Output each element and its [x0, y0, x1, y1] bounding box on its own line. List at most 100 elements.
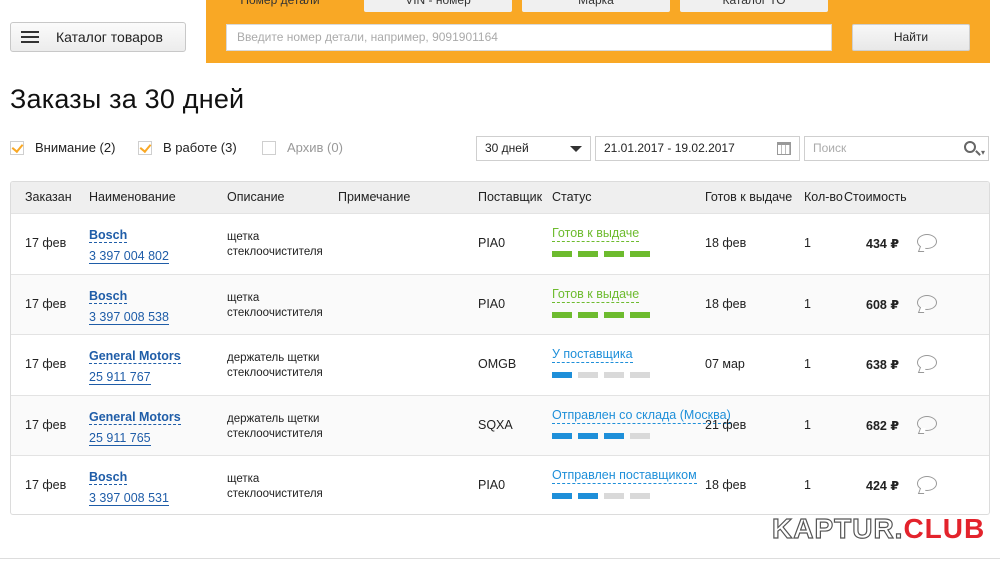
progress-segment — [604, 372, 624, 379]
quantity: 1 — [804, 296, 811, 311]
comment-icon[interactable] — [917, 476, 937, 492]
quantity: 1 — [804, 357, 811, 372]
status-link[interactable]: У поставщика — [552, 347, 633, 364]
checkbox-archive[interactable] — [262, 140, 276, 155]
cost: 608 ₽ — [866, 297, 900, 312]
brand-link[interactable]: General Motors — [89, 349, 181, 365]
progress-segment — [552, 251, 572, 257]
search-options-icon[interactable]: ▾ — [981, 141, 985, 164]
ready-date: 21 фев — [705, 417, 747, 432]
part-number-link[interactable]: 3 397 008 531 — [89, 491, 169, 507]
col-status[interactable]: Статус — [552, 190, 592, 204]
table-row[interactable]: 17 фев Bosch 3 397 004 802 щетка стеклоочист… — [11, 213, 989, 274]
cost: 638 ₽ — [866, 358, 900, 373]
status-link[interactable]: Готов к выдаче — [552, 287, 640, 303]
calendar-icon[interactable] — [777, 142, 791, 155]
supplier: PIA0 — [478, 478, 506, 493]
status-progress — [552, 311, 656, 318]
ready-date: 07 мар — [705, 357, 745, 372]
checkbox-attention[interactable] — [10, 140, 24, 155]
search-icon[interactable] — [964, 141, 976, 153]
part-number-link[interactable]: 25 911 767 — [89, 370, 151, 386]
period-select-value: 30 дней — [485, 141, 529, 155]
cost: 434 ₽ — [866, 237, 900, 251]
filter-archive[interactable]: Архив (0) — [262, 140, 343, 155]
description-line: щетка — [227, 291, 260, 304]
progress-segment — [630, 432, 650, 439]
col-cost[interactable]: Стоимость — [844, 190, 907, 204]
part-search-input[interactable]: Введите номер детали, например, 90919011… — [226, 24, 832, 51]
progress-segment — [552, 311, 572, 318]
filter-attention[interactable]: Внимание (2) — [10, 140, 115, 155]
status-link[interactable]: Отправлен поставщиком — [552, 468, 697, 485]
supplier: PIA0 — [478, 236, 506, 250]
search-tabs: Номер детали VIN - номер Марка Каталог Т… — [206, 0, 838, 12]
comment-icon[interactable] — [917, 415, 937, 431]
orders-search-input[interactable]: Поиск ▾ — [804, 136, 989, 161]
progress-segment — [578, 251, 598, 257]
progress-segment — [604, 432, 624, 439]
status-progress — [552, 372, 656, 379]
date-range-input[interactable]: 21.01.2017 - 19.02.2017 — [595, 136, 800, 161]
brand-link[interactable]: General Motors — [89, 410, 181, 425]
period-select[interactable]: 30 дней — [476, 136, 591, 161]
date-range-value: 21.01.2017 - 19.02.2017 — [604, 141, 735, 155]
status-link[interactable]: Отправлен со склада (Москва) — [552, 408, 731, 424]
tab-maintenance-catalog[interactable]: Каталог ТО — [680, 0, 828, 12]
ready-date: 18 фев — [705, 478, 747, 493]
catalog-button-label: Каталог товаров — [56, 29, 163, 45]
part-number-link[interactable]: 3 397 004 802 — [89, 249, 169, 264]
page-title: Заказы за 30 дней — [10, 84, 245, 114]
col-note[interactable]: Примечание — [338, 190, 410, 204]
table-row[interactable]: 17 фев General Motors 25 911 765 держатель … — [11, 394, 989, 456]
ordered-date: 17 фев — [25, 417, 67, 432]
comment-icon[interactable] — [917, 294, 937, 310]
description: щетка стеклоочистителя — [227, 291, 337, 321]
progress-segment — [552, 493, 572, 500]
watermark: KAPTUR.CLUB — [771, 512, 985, 545]
col-ready[interactable]: Готов к выдаче — [705, 190, 792, 204]
col-qty[interactable]: Кол-во — [804, 190, 843, 204]
table-row[interactable]: 17 фев General Motors 25 911 767 держатель … — [11, 334, 989, 395]
col-description[interactable]: Описание — [227, 190, 285, 204]
menu-icon — [21, 31, 39, 43]
checkbox-in-work[interactable] — [138, 140, 152, 155]
cost: 682 ₽ — [866, 418, 900, 433]
progress-segment — [578, 372, 598, 379]
chevron-down-icon — [570, 146, 582, 152]
tab-vin[interactable]: VIN - номер — [364, 0, 512, 12]
part-number-link[interactable]: 25 911 765 — [89, 431, 151, 446]
description-line: держатель щетки — [227, 352, 320, 365]
brand-link[interactable]: Bosch — [89, 470, 128, 486]
ordered-date: 17 фев — [25, 478, 67, 493]
description: щетка стеклоочистителя — [227, 472, 337, 502]
ordered-date: 17 фев — [25, 236, 67, 250]
supplier: OMGB — [478, 357, 517, 372]
part-number-link[interactable]: 3 397 008 538 — [89, 310, 169, 325]
col-ordered[interactable]: Заказан — [25, 190, 72, 204]
progress-segment — [604, 251, 624, 257]
tab-brand[interactable]: Марка — [522, 0, 670, 12]
quantity: 1 — [804, 236, 811, 250]
table-row[interactable]: 17 фев Bosch 3 397 008 531 щетка стеклоочист… — [11, 455, 989, 514]
status-link[interactable]: Готов к выдаче — [552, 226, 640, 242]
col-supplier[interactable]: Поставщик — [478, 190, 542, 204]
catalog-button[interactable]: Каталог товаров — [10, 22, 186, 52]
comment-icon[interactable] — [917, 355, 937, 371]
filter-in-work-label: В работе (3) — [163, 140, 237, 155]
brand-link[interactable]: Bosch — [89, 289, 128, 304]
progress-segment — [630, 493, 650, 500]
watermark-part1: KAPTUR. — [771, 512, 904, 544]
description-line: стеклоочистителя — [227, 246, 323, 258]
col-name[interactable]: Наименование — [89, 190, 176, 204]
filter-in-work[interactable]: В работе (3) — [138, 140, 237, 155]
find-button[interactable]: Найти — [852, 24, 970, 51]
tab-part-number[interactable]: Номер детали — [206, 0, 354, 12]
description-line: стеклоочистителя — [227, 306, 323, 319]
comment-icon[interactable] — [917, 234, 937, 249]
description-line: щетка — [227, 473, 260, 486]
progress-segment — [552, 372, 572, 379]
brand-link[interactable]: Bosch — [89, 228, 128, 243]
progress-segment — [604, 311, 624, 318]
table-row[interactable]: 17 фев Bosch 3 397 008 538 щетка стеклоочист… — [11, 273, 989, 335]
